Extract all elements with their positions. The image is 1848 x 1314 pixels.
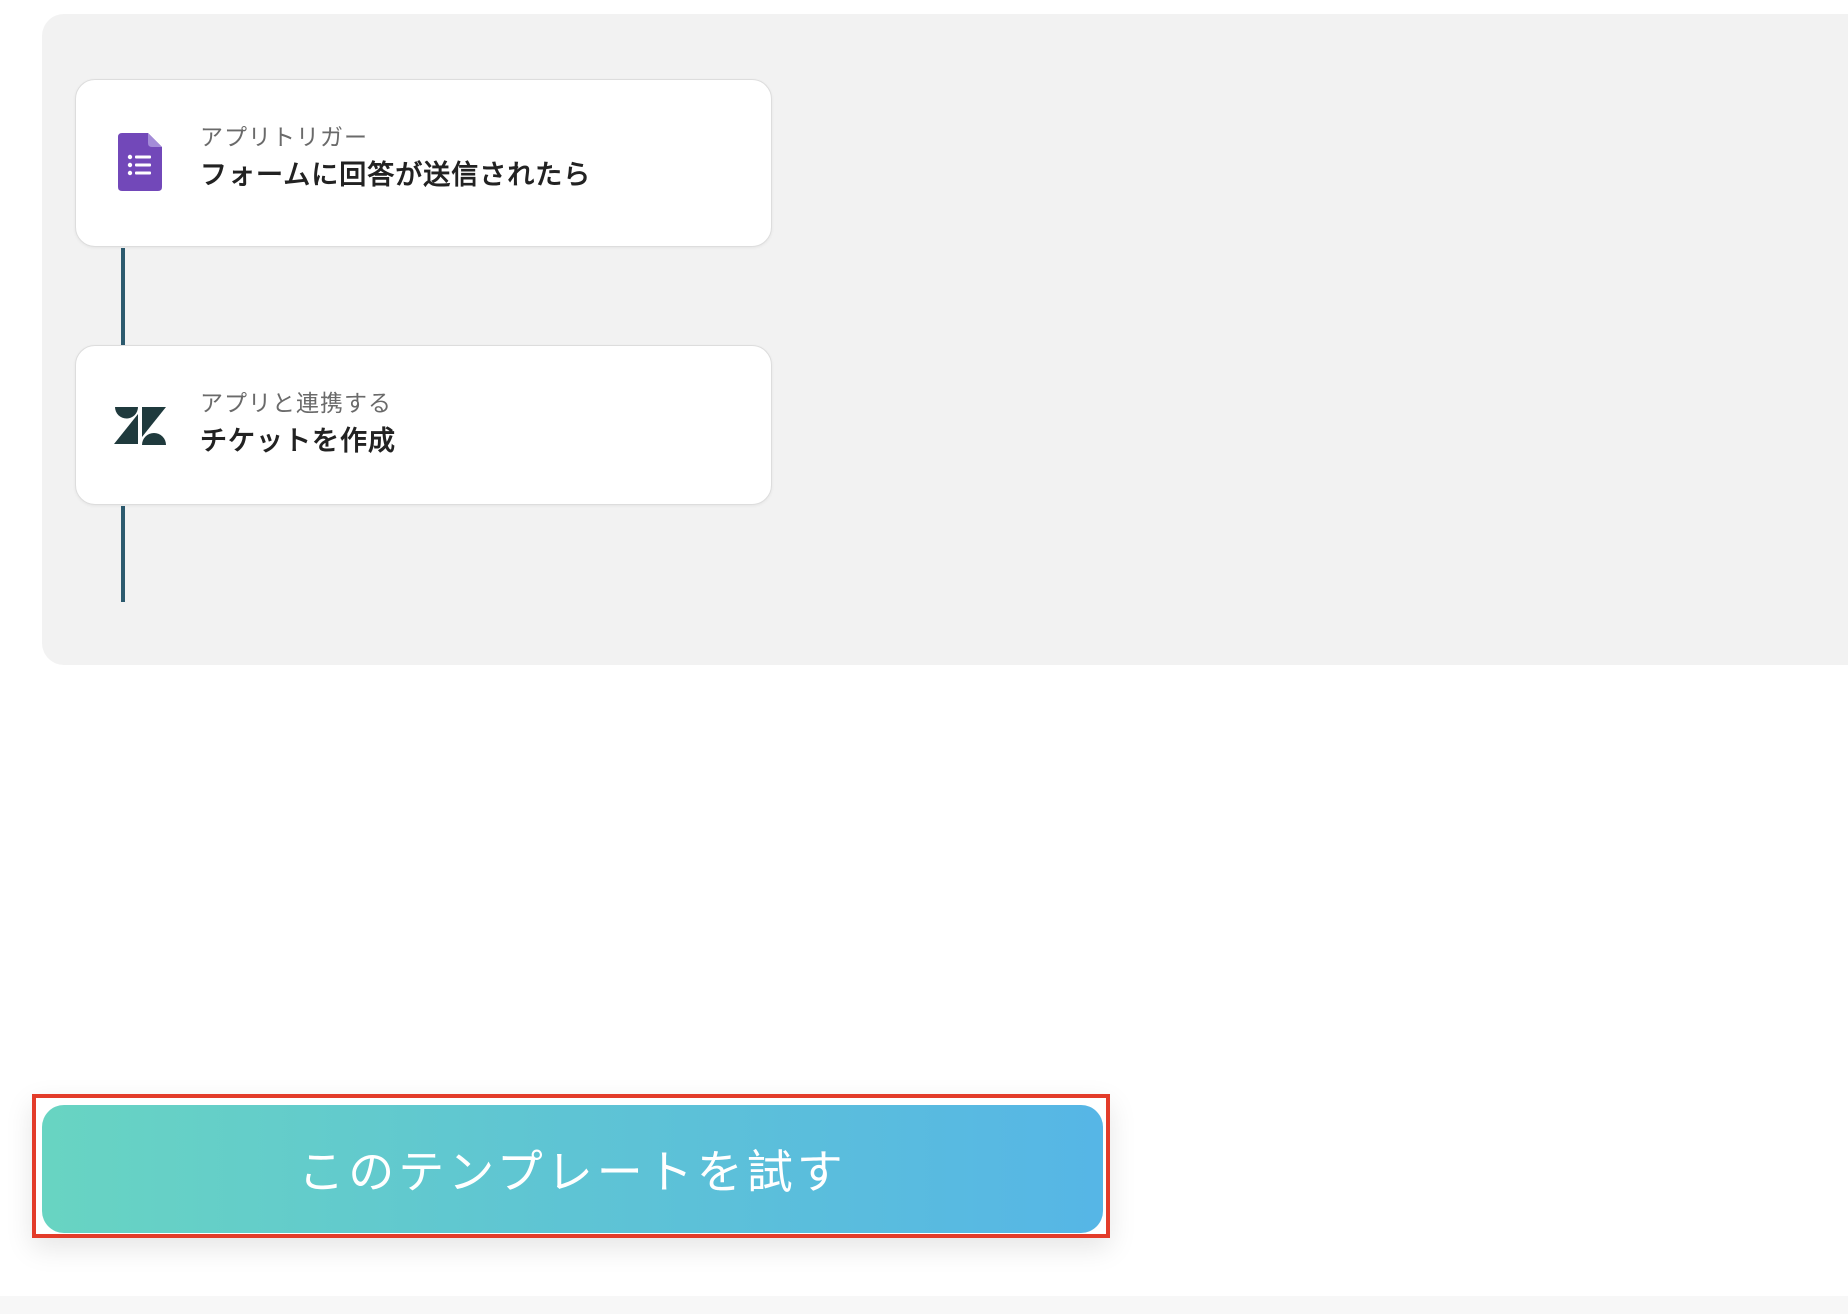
step-text: アプリトリガー フォームに回答が送信されたら [200, 123, 591, 193]
flow-connector [121, 248, 125, 346]
step-title: フォームに回答が送信されたら [200, 160, 592, 191]
step-kind-label: アプリトリガー [200, 125, 368, 151]
step-kind-label: アプリと連携する [200, 391, 392, 417]
trigger-step-card[interactable]: アプリトリガー フォームに回答が送信されたら [75, 79, 772, 247]
page: アプリトリガー フォームに回答が送信されたら アプリと連携する チケットを作成 … [0, 0, 1848, 1314]
step-text: アプリと連携する チケットを作成 [200, 389, 396, 459]
bottom-strip [0, 1296, 1848, 1314]
google-forms-icon [114, 132, 166, 192]
try-template-button[interactable]: このテンプレートを試す [42, 1105, 1103, 1233]
zendesk-icon [114, 396, 166, 456]
action-step-card[interactable]: アプリと連携する チケットを作成 [75, 345, 772, 505]
step-title: チケットを作成 [200, 426, 396, 457]
flow-connector [121, 506, 125, 602]
